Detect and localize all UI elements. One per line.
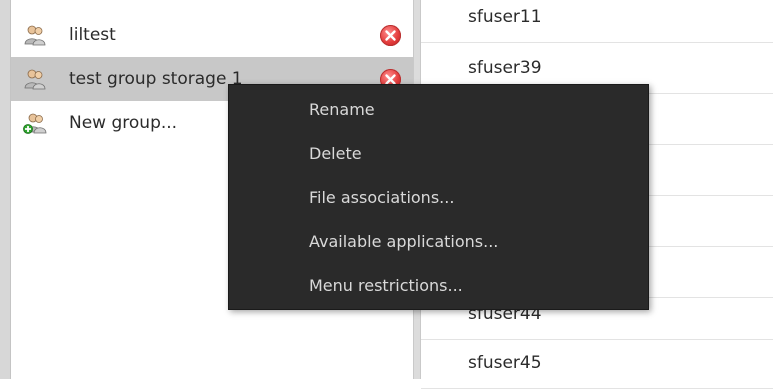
menu-item-menu-restrictions[interactable]: Menu restrictions... bbox=[229, 264, 648, 308]
menu-item-label: Menu restrictions... bbox=[309, 276, 463, 295]
user-name: sfuser11 bbox=[468, 7, 542, 27]
user-name: sfuser45 bbox=[468, 353, 542, 373]
menu-item-file-associations[interactable]: File associations... bbox=[229, 176, 648, 220]
close-icon bbox=[385, 30, 396, 41]
groups-panel-border bbox=[0, 0, 11, 379]
delete-group-icon[interactable] bbox=[380, 25, 401, 46]
group-name: test group storage 1 bbox=[69, 69, 243, 89]
menu-item-rename[interactable]: Rename bbox=[229, 88, 648, 132]
context-menu: Rename Delete File associations... Avail… bbox=[228, 84, 649, 310]
menu-item-label: Available applications... bbox=[309, 232, 499, 251]
group-name: liltest bbox=[69, 25, 116, 45]
add-user-group-icon bbox=[23, 113, 47, 134]
user-row[interactable]: sfuser45 bbox=[421, 338, 773, 389]
user-row[interactable]: sfuser11 bbox=[421, 0, 773, 43]
menu-item-label: Delete bbox=[309, 144, 362, 163]
user-group-icon bbox=[24, 69, 46, 90]
group-row-liltest[interactable]: liltest bbox=[11, 13, 413, 57]
menu-item-available-applications[interactable]: Available applications... bbox=[229, 220, 648, 264]
user-group-icon bbox=[24, 25, 46, 46]
menu-item-label: Rename bbox=[309, 100, 375, 119]
new-group-label: New group... bbox=[69, 113, 178, 133]
menu-item-delete[interactable]: Delete bbox=[229, 132, 648, 176]
menu-item-label: File associations... bbox=[309, 188, 455, 207]
